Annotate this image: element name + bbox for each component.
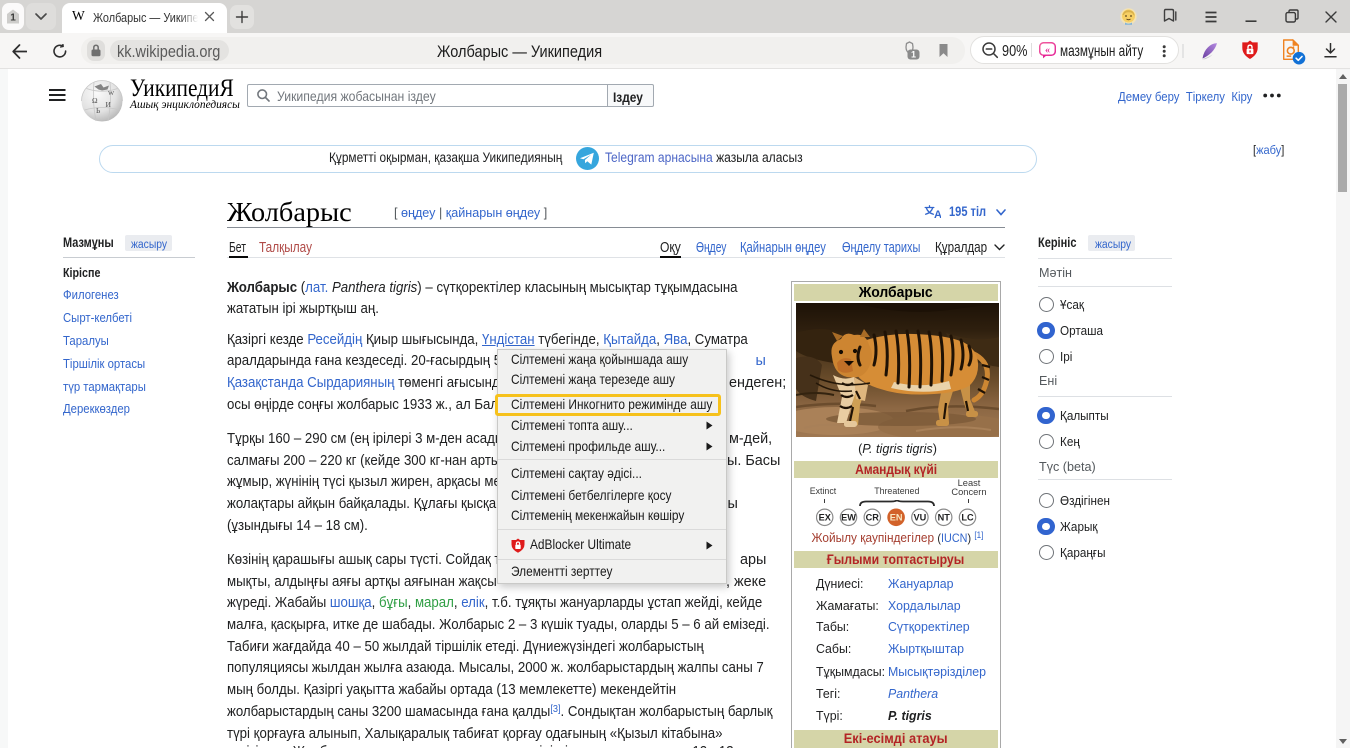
svg-text:Ω: Ω bbox=[92, 96, 98, 105]
svg-text:W: W bbox=[108, 90, 115, 97]
svg-text:1: 1 bbox=[10, 13, 16, 24]
svg-text:LC: LC bbox=[961, 512, 974, 522]
svg-text:NT: NT bbox=[938, 512, 951, 522]
svg-text:1: 1 bbox=[911, 50, 916, 60]
svg-text:EX: EX bbox=[819, 512, 832, 522]
svg-text:VU: VU bbox=[914, 512, 927, 522]
svg-text:И: И bbox=[106, 100, 112, 109]
svg-text:EN: EN bbox=[890, 512, 903, 522]
svg-text:EW: EW bbox=[841, 512, 856, 522]
svg-text:Ь: Ь bbox=[96, 106, 101, 115]
svg-text:«: « bbox=[1045, 45, 1050, 56]
svg-text:A: A bbox=[934, 209, 941, 218]
svg-text:CR: CR bbox=[866, 512, 880, 522]
